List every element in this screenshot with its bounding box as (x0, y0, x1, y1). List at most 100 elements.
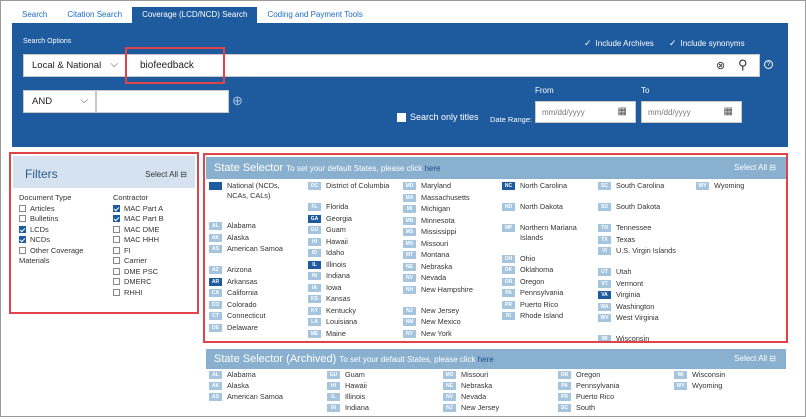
document-type-checkbox[interactable]: Other Coverage (19, 246, 83, 257)
help-icon[interactable]: ? (764, 60, 773, 69)
archived-state-abbr-badge[interactable]: IL (327, 393, 340, 401)
checkbox-box (19, 236, 26, 243)
document-type-checkbox[interactable]: Bulletins (19, 214, 83, 225)
state-selector-archived-header: State Selector (Archived) To set your de… (206, 349, 786, 369)
filters-select-all[interactable]: Select All ⊟ (145, 170, 187, 179)
chevron-down-icon: ⌵ (80, 95, 88, 106)
archived-state-abbr-badge[interactable]: MO (443, 371, 456, 379)
checkmark-icon: ✓ (669, 38, 677, 48)
contractor-checkbox[interactable]: DME PSC (113, 267, 164, 278)
archived-state-option[interactable]: Nevada (461, 392, 541, 402)
filters-header: Filters Select All ⊟ (13, 156, 195, 188)
calendar-icon[interactable]: ▦ (618, 106, 627, 117)
contractor-label: RHHI (124, 287, 143, 297)
checkbox-box (397, 112, 406, 122)
archived-state-option[interactable]: Wisconsin (692, 370, 772, 380)
archived-state-option[interactable]: Oregon (576, 370, 656, 380)
archived-state-option[interactable]: Nebraska (461, 381, 541, 391)
archived-state-option[interactable]: Puerto Rico (576, 392, 656, 402)
operator-value: AND (32, 96, 53, 107)
contractor-checkbox[interactable]: RHHI (113, 288, 164, 299)
archived-state-abbr-badge[interactable]: PA (558, 382, 571, 390)
archived-default-states-link[interactable]: here (478, 355, 494, 364)
document-type-checkbox[interactable]: Articles (19, 204, 83, 215)
search-options-label: Search Options (23, 38, 72, 45)
contractor-checkbox[interactable]: Carrier (113, 256, 164, 267)
tab-search[interactable]: Search (12, 7, 58, 24)
secondary-search-input[interactable] (96, 90, 229, 113)
document-type-label: NCDs (30, 235, 50, 244)
scope-select[interactable]: Local & National ⌵ (23, 54, 126, 77)
tab-citation-search[interactable]: Citation Search (57, 7, 133, 24)
from-date-input[interactable]: mm/dd/yyyy ▦ (535, 101, 636, 123)
archived-state-option[interactable]: Pennsylvania (576, 381, 656, 391)
archived-state-option[interactable]: Wyoming (692, 381, 772, 391)
clear-icon[interactable]: ⊗ (716, 59, 725, 72)
document-type-label: Other Coverage (30, 245, 84, 255)
archived-state-abbr-badge[interactable]: AK (209, 382, 222, 390)
archived-state-option[interactable]: Indiana (345, 403, 425, 413)
archived-state-option[interactable]: American Samoa (227, 392, 307, 402)
archived-state-option[interactable]: Alaska (227, 381, 307, 391)
include-archives-checkbox[interactable]: ✓ Include Archives (584, 38, 654, 49)
operator-select[interactable]: AND ⌵ (23, 90, 96, 113)
checkbox-box (113, 204, 120, 212)
tab-coding-payment-tools[interactable]: Coding and Payment Tools (257, 7, 373, 24)
document-type-checkbox[interactable]: NCDs (19, 235, 83, 246)
archived-state-option[interactable]: Guam (345, 370, 425, 380)
archived-state-option[interactable]: Illinois (345, 392, 425, 402)
document-type-checkbox[interactable]: LCDs (19, 225, 83, 236)
select-all-label: Select All (145, 170, 179, 179)
contractor-checkbox[interactable]: MAC Part A (113, 204, 164, 215)
contractor-checkbox[interactable]: MAC HHH (113, 235, 164, 246)
contractor-checkbox[interactable]: FI (113, 246, 164, 257)
filters-title: Filters (25, 167, 58, 181)
minus-box-icon: ⊟ (180, 170, 187, 179)
archived-state-abbr-badge[interactable]: GU (327, 371, 340, 379)
date-range-label: Date Range: (490, 115, 533, 124)
chevron-down-icon: ⌵ (110, 59, 118, 70)
state-selector-highlight-box (203, 153, 788, 343)
search-only-titles-checkbox[interactable]: Search only titles (397, 112, 479, 122)
checkbox-box (19, 246, 26, 254)
document-type-label: Document Type (19, 193, 72, 202)
state-selector-archived-subtitle: To set your default States, please click (339, 355, 476, 364)
archived-state-abbr-badge[interactable]: WY (674, 382, 687, 390)
archived-state-option[interactable]: Hawaii (345, 381, 425, 391)
archived-select-all[interactable]: Select All ⊟ (734, 354, 776, 363)
add-row-icon[interactable]: ⊕ (232, 93, 243, 109)
archived-state-option[interactable]: South (576, 403, 656, 413)
to-label: To (641, 86, 650, 95)
from-label: From (535, 86, 554, 95)
contractor-checkbox[interactable]: MAC DME (113, 225, 164, 236)
include-synonyms-checkbox[interactable]: ✓ Include synonyms (669, 38, 745, 49)
contractor-label: Carrier (124, 256, 147, 265)
tab-coverage-search[interactable]: Coverage (LCD/NCD) Search (132, 7, 258, 24)
archived-state-option[interactable]: Alabama (227, 370, 307, 380)
calendar-icon[interactable]: ▦ (724, 106, 733, 117)
archived-state-abbr-badge[interactable]: IN (327, 404, 340, 412)
archived-state-abbr-badge[interactable]: OR (558, 371, 571, 379)
to-date-input[interactable]: mm/dd/yyyy ▦ (641, 101, 742, 123)
archived-state-abbr-badge[interactable]: PR (558, 393, 571, 401)
document-type-label: LCDs (30, 224, 49, 234)
archived-state-abbr-badge[interactable]: NV (443, 393, 456, 401)
archived-state-abbr-badge[interactable]: AL (209, 371, 222, 379)
contractor-label: MAC DME (124, 224, 160, 234)
contractor-checkbox[interactable]: DMERC (113, 277, 164, 288)
archived-state-abbr-badge[interactable]: HI (327, 382, 340, 390)
contractor-label: DMERC (124, 277, 152, 286)
checkbox-box (113, 278, 120, 285)
archived-state-option[interactable]: Missouri (461, 370, 541, 380)
archived-state-abbr-badge[interactable]: SC (558, 404, 571, 412)
document-type-label: Bulletins (30, 214, 59, 223)
archived-state-option[interactable]: New Jersey (461, 403, 541, 413)
archived-state-abbr-badge[interactable]: NE (443, 382, 456, 390)
checkbox-box (113, 267, 120, 275)
search-icon[interactable]: ⚲ (738, 57, 748, 73)
contractor-checkbox[interactable]: MAC Part B (113, 214, 164, 225)
archived-state-abbr-badge[interactable]: WI (674, 371, 687, 379)
archived-state-abbr-badge[interactable]: AS (209, 393, 222, 401)
archived-state-abbr-badge[interactable]: NJ (443, 404, 456, 412)
checkbox-box (113, 257, 120, 264)
